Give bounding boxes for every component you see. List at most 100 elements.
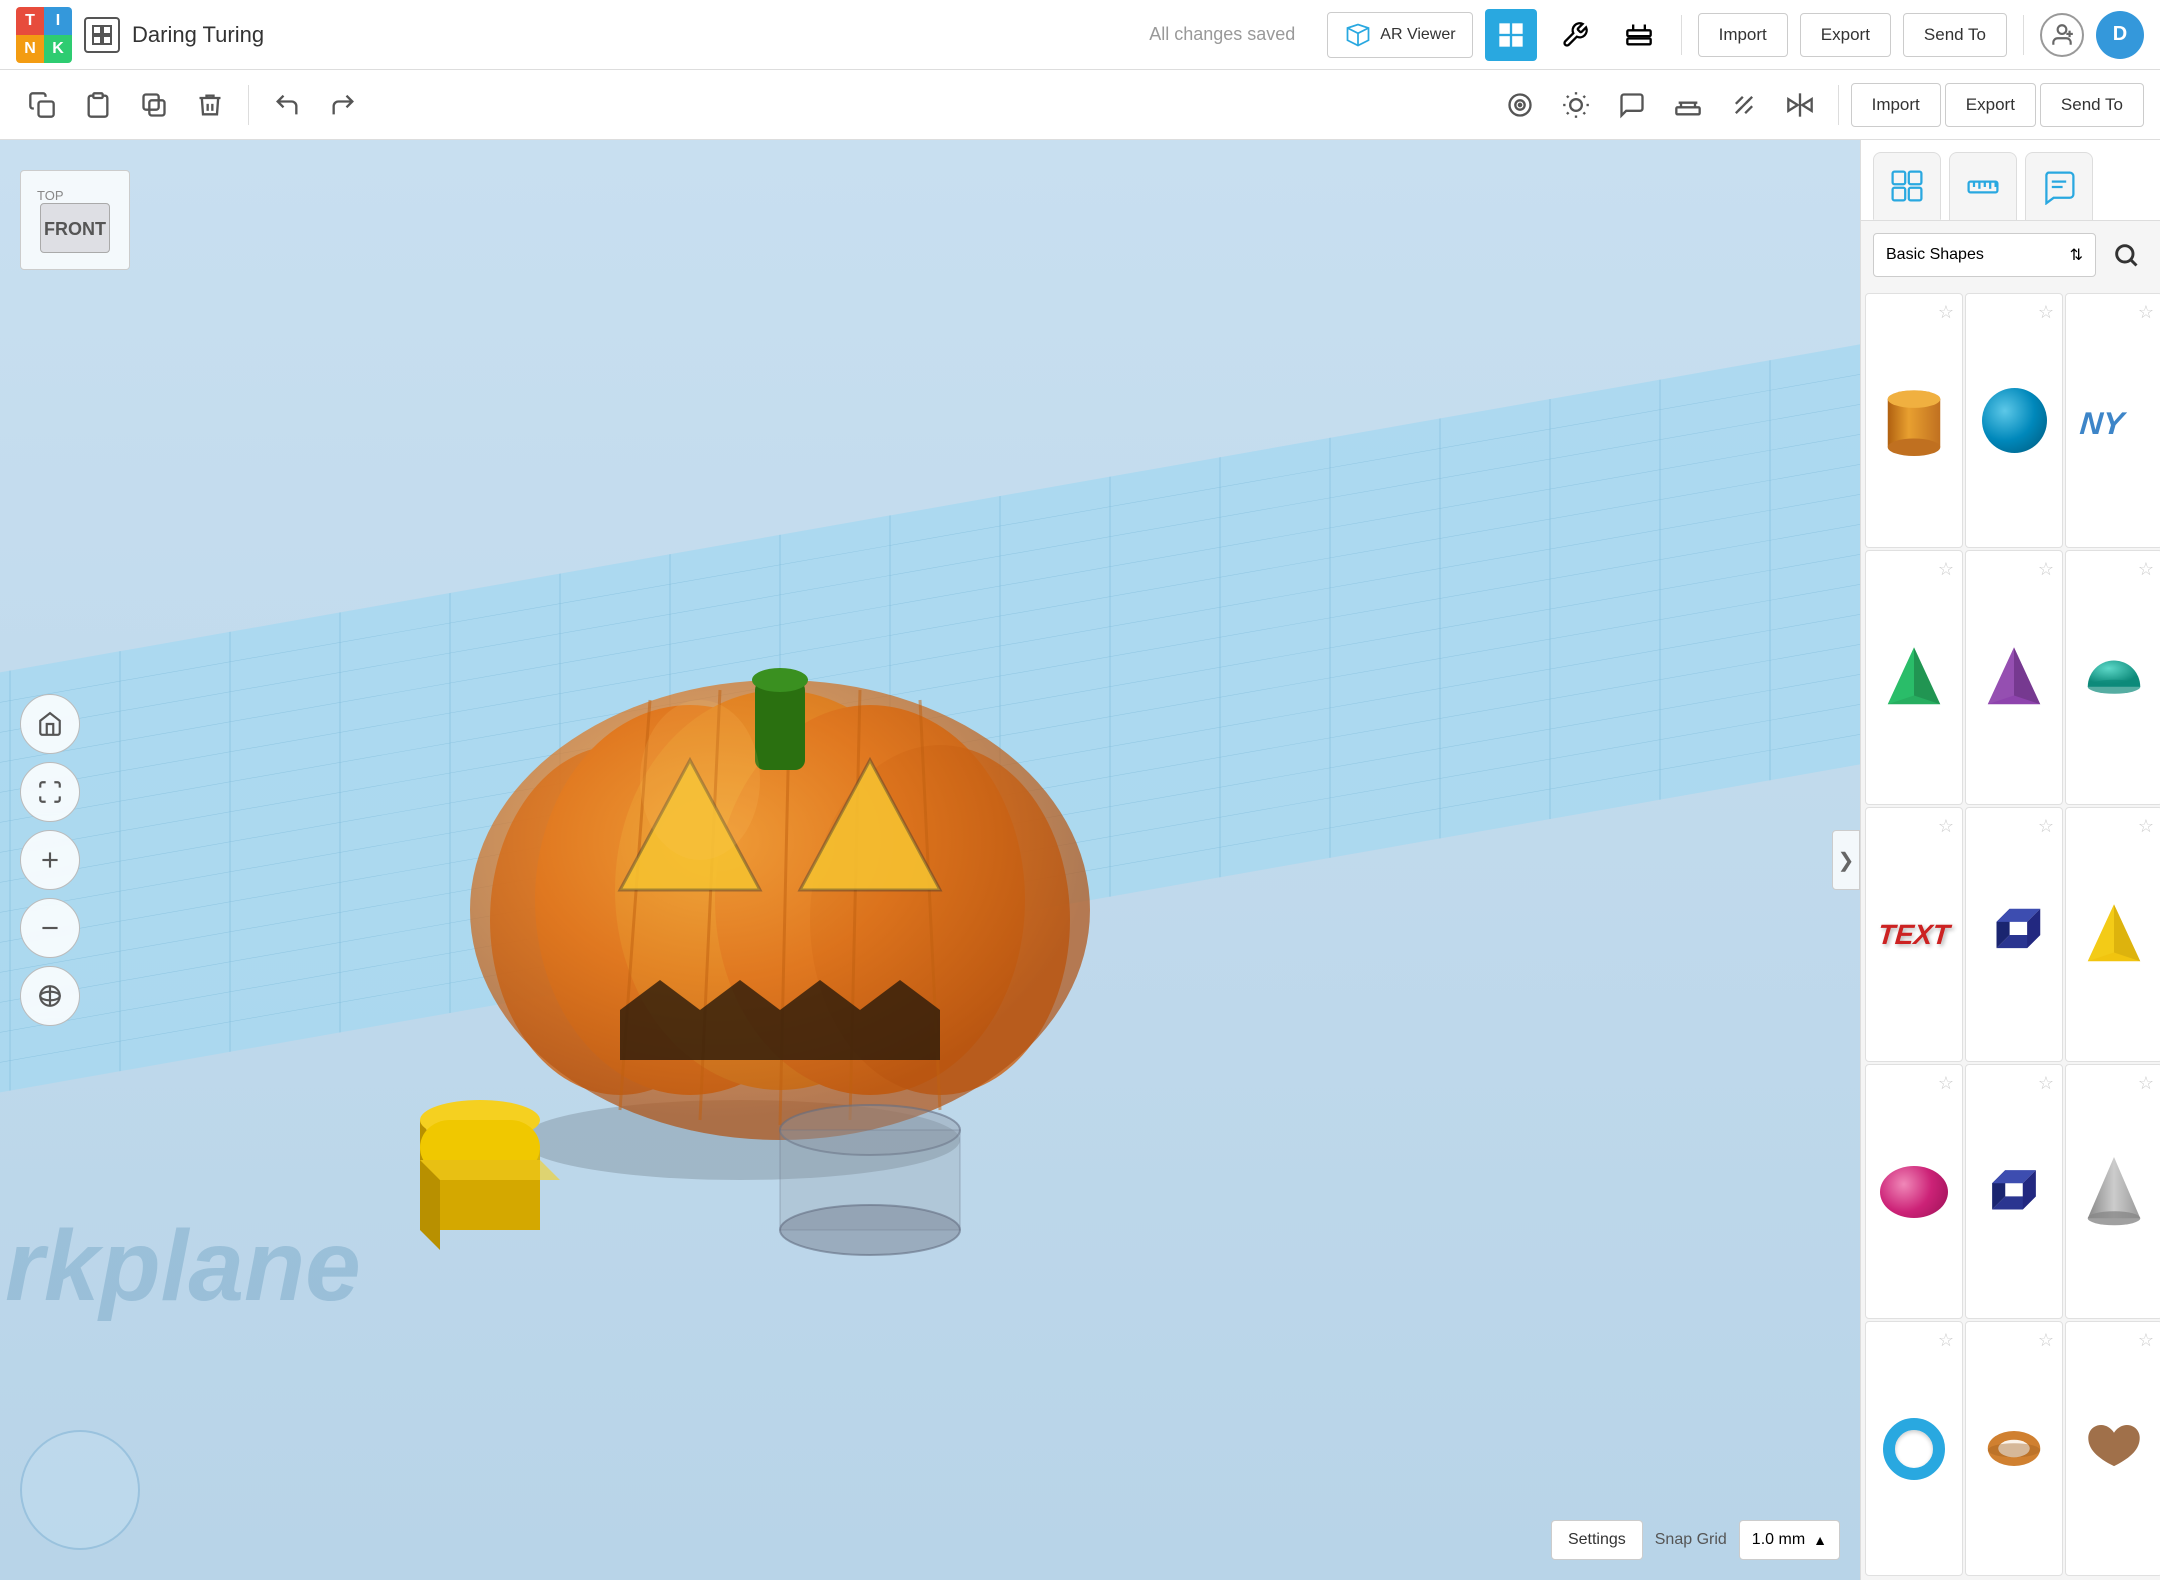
tab-notes[interactable]: [2025, 152, 2093, 220]
project-title: Daring Turing: [132, 22, 264, 48]
zoom-in-button[interactable]: [20, 830, 80, 890]
shapes-category-label: Basic Shapes: [1886, 246, 1984, 264]
shape-star-box[interactable]: ☆: [2038, 816, 2054, 837]
front-label: FRONT: [44, 219, 106, 240]
shape-half-sphere[interactable]: ☆: [2065, 550, 2160, 805]
home-view-button[interactable]: [20, 694, 80, 754]
torus-orange-visual: [1974, 1409, 2054, 1489]
shape-star-cylinder[interactable]: ☆: [1938, 302, 1954, 323]
shape-sphere[interactable]: ☆: [1965, 293, 2063, 548]
mirror-button[interactable]: [1774, 79, 1826, 131]
pyramid-green-visual: [1874, 638, 1954, 718]
bricks-button[interactable]: [1613, 9, 1665, 61]
project-icon[interactable]: [84, 17, 120, 53]
logo-t: T: [16, 7, 44, 35]
snap-grid-arrow: ▲: [1813, 1532, 1827, 1548]
export-toolbar-button[interactable]: Export: [1945, 83, 2036, 127]
shape-ellipsoid[interactable]: ☆: [1865, 1064, 1963, 1319]
mini-map[interactable]: [20, 1430, 140, 1550]
snap-grid-dropdown[interactable]: 1.0 mm ▲: [1739, 1520, 1840, 1560]
shape-star-torus-blue[interactable]: ☆: [1938, 1330, 1954, 1351]
shape-scribble[interactable]: ☆ NY: [2065, 293, 2160, 548]
user-avatar[interactable]: D: [2096, 11, 2144, 59]
shape-box-blue[interactable]: ☆: [1965, 807, 2063, 1062]
zoom-out-button[interactable]: [20, 898, 80, 958]
pyramid-purple-visual: [1974, 638, 2054, 718]
shape-star-pyramid-yellow[interactable]: ☆: [2138, 816, 2154, 837]
shape-pyramid-purple[interactable]: ☆: [1965, 550, 2063, 805]
shape-pyramid-green[interactable]: ☆: [1865, 550, 1963, 805]
ruler-button[interactable]: [1718, 79, 1770, 131]
snap-grid-bar: Settings Snap Grid 1.0 mm ▲: [1551, 1520, 1840, 1560]
export-button[interactable]: Export: [1800, 13, 1891, 57]
shape-star-cone[interactable]: ☆: [2138, 1073, 2154, 1094]
cylinder-visual: [1874, 381, 1954, 461]
add-user-button[interactable]: [2040, 13, 2084, 57]
shape-star-scribble[interactable]: ☆: [2138, 302, 2154, 323]
notes-button[interactable]: [1606, 79, 1658, 131]
shape-cone[interactable]: ☆: [2065, 1064, 2160, 1319]
main-content-area: rkplane: [0, 140, 2160, 1580]
shape-cylinder[interactable]: ☆: [1865, 293, 1963, 548]
editing-toolbar: Import Export Send To: [0, 70, 2160, 140]
grid-view-button[interactable]: [1485, 9, 1537, 61]
box-visual: [1974, 895, 2054, 975]
import-button[interactable]: Import: [1698, 13, 1788, 57]
delete-button[interactable]: [184, 79, 236, 131]
tab-ruler[interactable]: [1949, 152, 2017, 220]
top-navigation-bar: T I N K Daring Turing All changes saved …: [0, 0, 2160, 70]
paste-button[interactable]: [72, 79, 124, 131]
half-sphere-visual: [2074, 638, 2154, 718]
ar-viewer-label: AR Viewer: [1380, 26, 1455, 44]
settings-button[interactable]: Settings: [1551, 1520, 1643, 1560]
build-button[interactable]: [1549, 9, 1601, 61]
copy-button[interactable]: [16, 79, 68, 131]
view-orientation-indicator[interactable]: TOP FRONT: [20, 170, 130, 270]
toolbar-separator-2: [1838, 85, 1839, 125]
shapes-panel: Basic Shapes ⇅ ☆: [1860, 140, 2160, 1580]
redo-button[interactable]: [317, 79, 369, 131]
shape-text-3d[interactable]: ☆ TEXT: [1865, 807, 1963, 1062]
shapes-category-dropdown[interactable]: Basic Shapes ⇅: [1873, 233, 2096, 277]
shape-star-cube[interactable]: ☆: [2038, 1073, 2054, 1094]
send-to-button[interactable]: Send To: [1903, 13, 2007, 57]
undo-button[interactable]: [261, 79, 313, 131]
heart-visual: [2074, 1409, 2154, 1489]
torus-blue-visual: [1874, 1409, 1954, 1489]
text-3d-visual: TEXT: [1874, 895, 1954, 975]
shape-star-half-sphere[interactable]: ☆: [2138, 559, 2154, 580]
camera-button[interactable]: [1494, 79, 1546, 131]
shapes-search-bar: Basic Shapes ⇅: [1861, 221, 2160, 289]
duplicate-button[interactable]: [128, 79, 180, 131]
fit-view-button[interactable]: [20, 762, 80, 822]
scribble-visual: NY: [2074, 381, 2154, 461]
3d-viewport[interactable]: rkplane: [0, 140, 1860, 1580]
panel-collapse-button[interactable]: ❯: [1832, 830, 1860, 890]
logo-k: K: [44, 35, 72, 63]
logo-i: I: [44, 7, 72, 35]
shape-pyramid-yellow[interactable]: ☆: [2065, 807, 2160, 1062]
top-indicator-label: TOP: [37, 188, 64, 203]
shape-torus-blue[interactable]: ☆: [1865, 1321, 1963, 1576]
light-button[interactable]: [1550, 79, 1602, 131]
shape-star-torus-orange[interactable]: ☆: [2038, 1330, 2054, 1351]
shape-star-heart[interactable]: ☆: [2138, 1330, 2154, 1351]
shape-star-sphere[interactable]: ☆: [2038, 302, 2054, 323]
shape-cube[interactable]: ☆: [1965, 1064, 2063, 1319]
shape-star-pyramid-purple[interactable]: ☆: [2038, 559, 2054, 580]
shape-star-text[interactable]: ☆: [1938, 816, 1954, 837]
import-toolbar-button[interactable]: Import: [1851, 83, 1941, 127]
perspective-button[interactable]: [20, 966, 80, 1026]
topbar-separator-2: [2023, 15, 2024, 55]
shape-star-pyramid-green[interactable]: ☆: [1938, 559, 1954, 580]
shape-star-ellipsoid[interactable]: ☆: [1938, 1073, 1954, 1094]
ar-viewer-button[interactable]: AR Viewer: [1327, 12, 1472, 58]
shape-torus-orange[interactable]: ☆: [1965, 1321, 2063, 1576]
workplane-button[interactable]: [1662, 79, 1714, 131]
send-to-toolbar-button[interactable]: Send To: [2040, 83, 2144, 127]
tinkercad-logo[interactable]: T I N K: [16, 7, 72, 63]
shapes-search-button[interactable]: [2104, 233, 2148, 277]
cube-visual: [1974, 1152, 2054, 1232]
tab-shapes[interactable]: [1873, 152, 1941, 220]
shape-heart[interactable]: ☆: [2065, 1321, 2160, 1576]
